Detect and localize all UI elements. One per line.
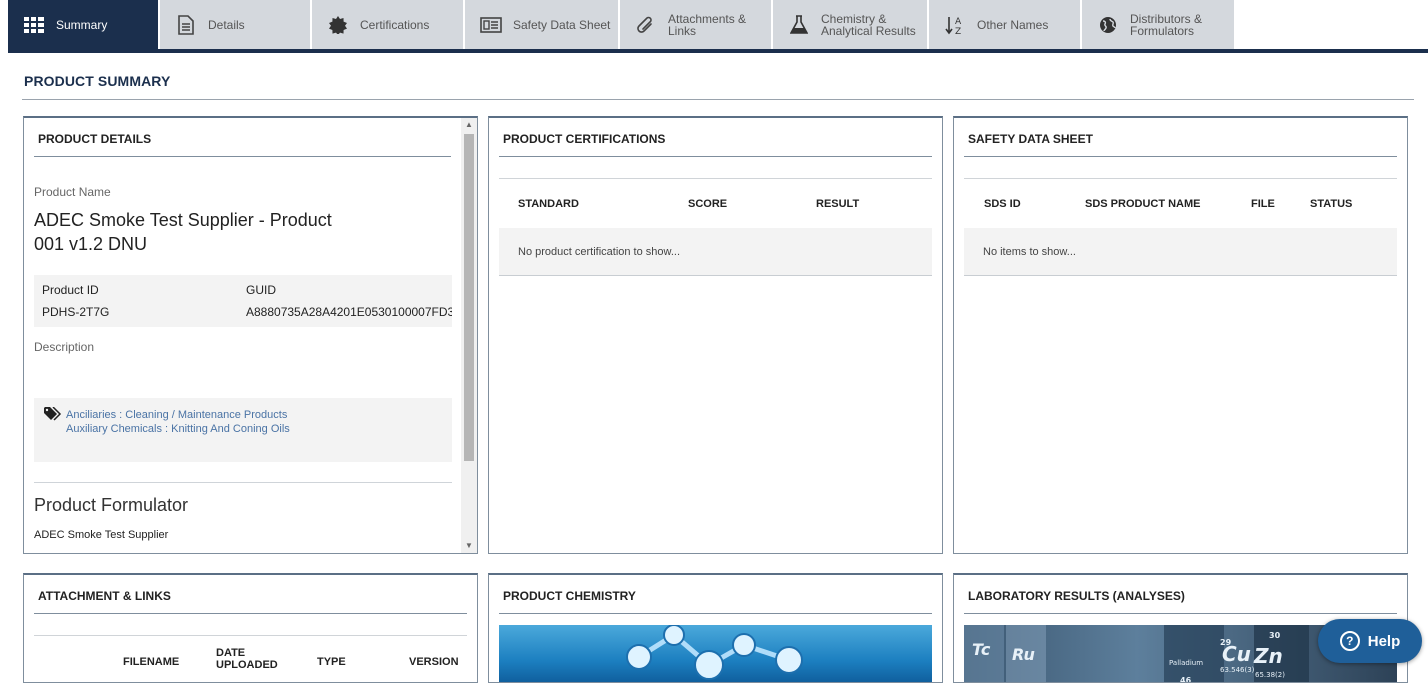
element-number: 46 [1180,676,1192,683]
column-header[interactable]: STATUS [1310,198,1352,210]
tab-label: Certifications [360,17,430,32]
paperclip-icon [634,15,658,35]
divider [499,613,932,614]
panel-title: PRODUCT DETAILS [38,132,152,146]
category-tags: Anciliaries : Cleaning / Maintenance Pro… [34,398,452,462]
column-header[interactable]: SDS ID [984,198,1021,210]
scrollbar[interactable]: ▲ ▼ [461,118,477,553]
product-name-label: Product Name [34,185,111,199]
scroll-down-icon[interactable]: ▼ [461,539,477,553]
tab-safety-data-sheet[interactable]: Safety Data Sheet [465,0,618,49]
tab-label: Attachments & Links [668,11,747,38]
divider [34,613,467,614]
element-symbol: Tc [972,640,991,659]
guid-label: GUID [246,283,276,297]
tags-icon [44,406,62,426]
tab-label: Chemistry & Analytical Results [821,11,916,38]
column-header[interactable]: SDS PRODUCT NAME [1085,198,1201,210]
scroll-up-icon[interactable]: ▲ [461,118,477,132]
product-id-value: PDHS-2T7G [42,305,110,319]
tab-chemistry-analytical-results[interactable]: Chemistry & Analytical Results [773,0,927,49]
tab-certifications[interactable]: Certifications [312,0,463,49]
empty-table-row: No items to show... [964,228,1397,276]
grid-icon [22,15,46,35]
divider [499,178,932,179]
scrollbar-thumb[interactable] [464,134,474,461]
product-id-box: Product ID PDHS-2T7G GUID A8880735A28A42… [34,275,452,327]
tab-underline [8,49,1428,53]
attachments-panel: ATTACHMENT & LINKS FILENAME DATE UPLOADE… [23,573,478,683]
category-tag-link[interactable]: Auxiliary Chemicals : Knitting And Conin… [66,423,290,435]
element-number: 30 [1269,631,1281,640]
column-header[interactable]: FILENAME [123,656,179,668]
id-card-icon [479,15,503,35]
chemistry-image [499,625,932,682]
column-header[interactable]: VERSION [409,656,459,668]
column-header[interactable]: DATE UPLOADED [216,647,278,671]
sort-alpha-icon: AZ [943,15,967,35]
panel-title: PRODUCT CHEMISTRY [503,589,636,603]
element-mass: 63.546(3) [1220,666,1255,674]
divider [34,635,467,636]
chemistry-panel: PRODUCT CHEMISTRY [488,573,943,683]
category-tag-link[interactable]: Anciliaries : Cleaning / Maintenance Pro… [66,409,287,421]
svg-text:A: A [955,17,962,27]
column-header[interactable]: RESULT [816,198,859,210]
guid-value: A8880735A28A4201E0530100007FD32 [246,305,452,319]
divider [499,156,932,157]
panel-title: ATTACHMENT & LINKS [38,589,171,603]
question-icon: ? [1339,631,1360,651]
divider [34,156,451,157]
element-mass: 65.38(2) [1255,671,1285,679]
tab-details[interactable]: Details [160,0,310,49]
globe-icon [1096,15,1120,35]
panel-title: SAFETY DATA SHEET [968,132,1093,146]
tab-other-names[interactable]: AZ Other Names [929,0,1080,49]
badge-icon [326,15,350,35]
panel-title: LABORATORY RESULTS (ANALYSES) [968,589,1185,603]
column-header[interactable]: FILE [1251,198,1275,210]
divider [22,99,1414,100]
divider [964,178,1397,179]
tab-bar: Summary Details Certifications Safety Da… [8,0,1236,52]
tab-attachments-links[interactable]: Attachments & Links [620,0,771,49]
column-header[interactable]: STANDARD [518,198,579,210]
sds-panel: SAFETY DATA SHEET SDS ID SDS PRODUCT NAM… [953,116,1408,554]
formulator-value: ADEC Smoke Test Supplier [34,529,169,541]
help-label: Help [1367,632,1401,650]
tab-label: Safety Data Sheet [513,17,611,32]
document-icon [174,14,198,35]
empty-message: No items to show... [983,246,1076,258]
product-name: ADEC Smoke Test Supplier - Product 001 v… [34,210,332,254]
tab-summary[interactable]: Summary [8,0,158,49]
element-symbol: Zn [1253,644,1283,668]
element-symbol: Cu [1222,642,1251,666]
product-id-label: Product ID [42,283,99,297]
empty-table-row: No product certification to show... [499,228,932,276]
tab-distributors-formulators[interactable]: Distributors & Formulators [1082,0,1234,49]
flask-icon [787,14,811,35]
element-symbol: Ru [1012,645,1035,664]
page-title: PRODUCT SUMMARY [24,73,171,89]
formulator-heading: Product Formulator [34,495,189,515]
column-header[interactable]: TYPE [317,656,346,668]
product-details-panel: PRODUCT DETAILS Product Name ADEC Smoke … [23,116,478,554]
column-header[interactable]: SCORE [688,198,727,210]
tab-label: Other Names [977,17,1049,32]
tab-label: Summary [56,17,108,32]
tab-label: Details [208,17,245,32]
tab-label: Distributors & Formulators [1130,11,1203,38]
empty-message: No product certification to show... [518,246,681,258]
help-button[interactable]: ? Help [1318,619,1422,663]
element-name: Palladium [1169,659,1203,667]
panel-title: PRODUCT CERTIFICATIONS [503,132,666,146]
certifications-panel: PRODUCT CERTIFICATIONS STANDARD SCORE RE… [488,116,943,554]
description-label: Description [34,340,95,354]
svg-text:Z: Z [955,27,961,35]
divider [964,156,1397,157]
divider [34,482,452,483]
divider [964,613,1397,614]
